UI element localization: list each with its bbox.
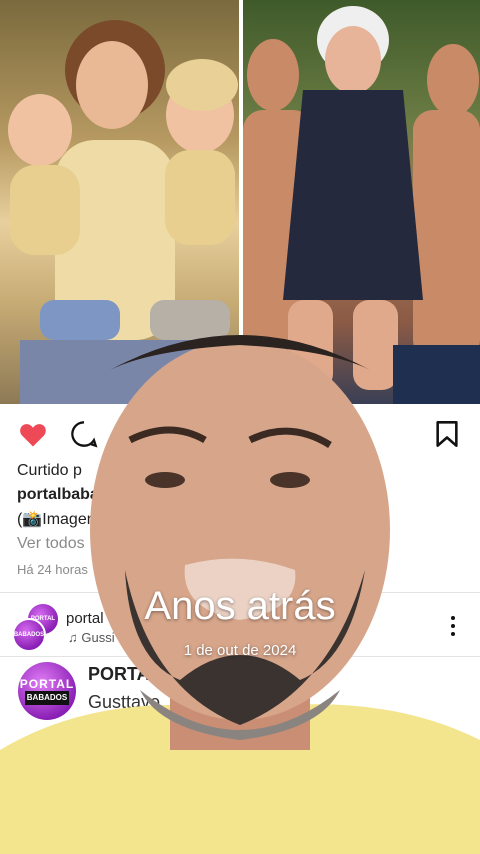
overlay-title: Anos atrás	[144, 584, 336, 628]
overlay-date: 1 de out de 2024	[183, 642, 297, 659]
